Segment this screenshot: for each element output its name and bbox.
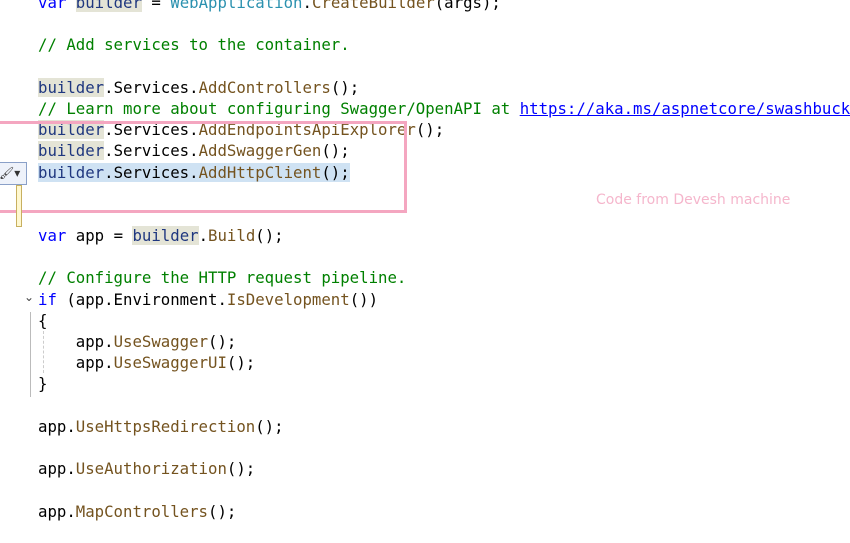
code-line[interactable]: app.MapControllers(); xyxy=(38,501,850,522)
code-token: app. xyxy=(38,502,76,521)
code-link[interactable]: https://aka.ms/aspnetcore/swashbuckle xyxy=(520,99,850,118)
code-line[interactable]: // Configure the HTTP request pipeline. xyxy=(38,267,850,288)
code-token: app = xyxy=(66,226,132,245)
code-token: app. xyxy=(38,459,76,478)
code-line[interactable] xyxy=(38,395,850,416)
code-line[interactable]: if (app.Environment.IsDevelopment()) xyxy=(38,289,850,310)
code-token: AddControllers xyxy=(199,78,331,97)
code-token: = xyxy=(142,0,170,12)
code-token: WebApplication xyxy=(170,0,302,12)
code-token: (args); xyxy=(435,0,501,12)
code-line[interactable]: } xyxy=(38,373,850,394)
code-line[interactable]: var app = builder.Build(); xyxy=(38,225,850,246)
code-token: (); xyxy=(255,417,283,436)
change-marker xyxy=(16,185,22,227)
code-token: builder xyxy=(76,0,142,12)
code-token: // Learn more about configuring Swagger/… xyxy=(38,99,520,118)
code-token: if xyxy=(38,290,57,309)
code-token: var xyxy=(38,0,66,12)
code-line[interactable] xyxy=(38,246,850,267)
code-token: (); xyxy=(227,459,255,478)
code-line[interactable]: app.UseHttpsRedirection(); xyxy=(38,416,850,437)
code-token: IsDevelopment xyxy=(227,290,350,309)
code-line[interactable] xyxy=(38,13,850,34)
code-token: app. xyxy=(38,417,76,436)
code-token: var xyxy=(38,226,66,245)
code-line[interactable]: // Learn more about configuring Swagger/… xyxy=(38,98,850,119)
code-token: UseHttpsRedirection xyxy=(76,417,255,436)
code-token: Build xyxy=(208,226,255,245)
code-token: . xyxy=(303,0,312,12)
code-token: (app.Environment. xyxy=(57,290,227,309)
code-token: // Add services to the container. xyxy=(38,35,350,54)
code-line[interactable]: app.UseSwagger(); xyxy=(38,331,850,352)
code-line[interactable]: app.UseSwaggerUI(); xyxy=(38,352,850,373)
code-token: MapControllers xyxy=(76,502,208,521)
code-token: (); xyxy=(208,332,236,351)
indent-guide xyxy=(43,331,44,373)
fold-chevron-icon[interactable]: ⌄ xyxy=(24,290,34,304)
code-line[interactable] xyxy=(38,437,850,458)
code-token: (); xyxy=(255,226,283,245)
code-token: (); xyxy=(416,120,444,139)
code-line[interactable]: builder.Services.AddControllers(); xyxy=(38,77,850,98)
code-line[interactable] xyxy=(38,56,850,77)
code-token: CreateBuilder xyxy=(312,0,435,12)
fold-guide xyxy=(30,312,31,397)
code-token: UseSwaggerUI xyxy=(114,353,227,372)
code-token: (); xyxy=(227,353,255,372)
code-token xyxy=(66,0,75,12)
code-token: // Configure the HTTP request pipeline. xyxy=(38,268,406,287)
code-token: ()) xyxy=(350,290,378,309)
code-line[interactable] xyxy=(38,479,850,500)
code-token: { xyxy=(38,311,47,330)
code-token: } xyxy=(38,374,47,393)
annotation-note: Code from Devesh machine xyxy=(596,192,790,208)
code-token: builder xyxy=(38,78,104,97)
code-line[interactable]: { xyxy=(38,310,850,331)
code-token: .Services. xyxy=(104,78,198,97)
code-token: builder xyxy=(132,226,198,245)
code-token: . xyxy=(199,226,208,245)
code-token: (); xyxy=(331,78,359,97)
code-token: UseAuthorization xyxy=(76,459,227,478)
code-token: UseSwagger xyxy=(114,332,208,351)
highlight-box xyxy=(0,121,407,213)
code-line[interactable]: app.UseAuthorization(); xyxy=(38,458,850,479)
code-token: (); xyxy=(208,502,236,521)
code-line[interactable]: var builder = WebApplication.CreateBuild… xyxy=(38,0,850,13)
code-line[interactable]: // Add services to the container. xyxy=(38,34,850,55)
code-token: app. xyxy=(38,332,114,351)
quick-actions-icon[interactable]: 🖌▾ xyxy=(0,162,27,185)
code-editor[interactable]: var builder = WebApplication.CreateBuild… xyxy=(38,0,850,522)
code-token: app. xyxy=(38,353,114,372)
